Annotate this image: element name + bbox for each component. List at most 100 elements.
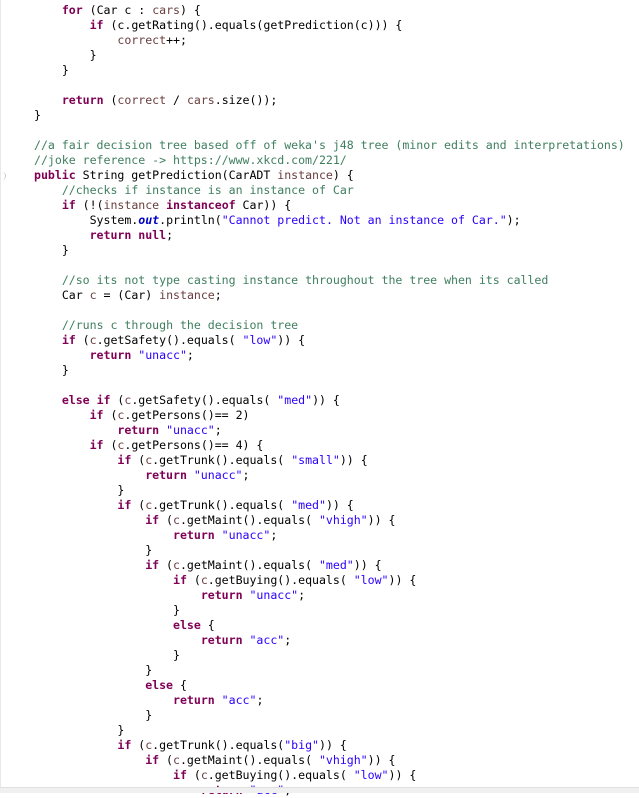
code-line[interactable]: correct++; bbox=[34, 33, 625, 48]
code-line[interactable]: return "acc"; bbox=[34, 633, 625, 648]
code-text: ( bbox=[159, 558, 174, 572]
code-line[interactable]: } bbox=[34, 48, 625, 63]
identifier: correct bbox=[117, 33, 167, 47]
code-text: ; bbox=[214, 423, 222, 437]
identifier: c bbox=[173, 513, 180, 527]
code-text: ( bbox=[103, 438, 118, 452]
code-line[interactable]: if (c.getMaint().equals( "vhigh")) { bbox=[34, 753, 625, 768]
code-line[interactable]: return "unacc"; bbox=[34, 468, 625, 483]
code-text: ( bbox=[103, 408, 118, 422]
code-line[interactable]: for (Car c : cars) { bbox=[34, 3, 625, 18]
code-text: ( bbox=[131, 453, 146, 467]
code-line[interactable]: } bbox=[34, 603, 625, 618]
code-line[interactable]: if (c.getBuying().equals( "low")) { bbox=[34, 573, 625, 588]
code-line[interactable]: if (c.getPersons()== 2) bbox=[34, 408, 625, 423]
code-text: )) { bbox=[388, 573, 417, 587]
code-line[interactable]: } bbox=[34, 723, 625, 738]
code-line[interactable]: } bbox=[34, 243, 625, 258]
fold-marker-icon[interactable] bbox=[1, 172, 6, 180]
code-line[interactable]: //joke reference -> https://www.xkcd.com… bbox=[34, 153, 625, 168]
code-text: .getBuying().equals( bbox=[207, 768, 354, 782]
code-text: )) { bbox=[367, 513, 396, 527]
code-line[interactable]: if (c.getPersons()== 4) { bbox=[34, 438, 625, 453]
code-line[interactable]: } bbox=[34, 483, 625, 498]
code-text: Car bbox=[61, 288, 90, 302]
string-literal: "big" bbox=[284, 738, 319, 752]
code-editor[interactable]: for (Car c : cars) { if (c.getRating().e… bbox=[0, 0, 639, 797]
code-text: String getPrediction(CarADT bbox=[75, 168, 278, 182]
code-line[interactable]: if (!(instance instanceof Car)) { bbox=[34, 198, 625, 213]
code-line[interactable]: return "unacc"; bbox=[34, 348, 625, 363]
code-line[interactable]: } bbox=[34, 543, 625, 558]
string-literal: "vhigh" bbox=[318, 513, 368, 527]
code-line[interactable]: //so its not type casting instance throu… bbox=[34, 273, 625, 288]
code-line[interactable] bbox=[34, 378, 625, 393]
code-line[interactable]: return "unacc"; bbox=[34, 423, 625, 438]
code-text: )) { bbox=[339, 453, 368, 467]
code-line[interactable]: return "unacc"; bbox=[34, 528, 625, 543]
code-line[interactable]: if (c.getMaint().equals( "vhigh")) { bbox=[34, 513, 625, 528]
code-line[interactable] bbox=[34, 303, 625, 318]
keyword: return bbox=[117, 423, 160, 437]
code-line[interactable]: //a fair decision tree based off of weka… bbox=[34, 138, 625, 153]
code-line[interactable]: if (c.getTrunk().equals( "med")) { bbox=[34, 498, 625, 513]
code-line[interactable] bbox=[34, 123, 625, 138]
code-line[interactable]: } bbox=[34, 663, 625, 678]
code-line[interactable]: return (correct / cars.size()); bbox=[34, 93, 625, 108]
code-line[interactable]: if (c.getMaint().equals( "med")) { bbox=[34, 558, 625, 573]
code-line[interactable]: if (c.getBuying().equals( "low")) { bbox=[34, 768, 625, 783]
horizontal-scrollbar[interactable] bbox=[0, 787, 639, 793]
code-line[interactable]: } bbox=[34, 363, 625, 378]
code-text: } bbox=[145, 663, 153, 677]
code-line[interactable]: //checks if instance is an instance of C… bbox=[34, 183, 625, 198]
code-line[interactable]: return null; bbox=[34, 228, 625, 243]
code-line[interactable]: System.out.println("Cannot predict. Not … bbox=[34, 213, 625, 228]
code-line[interactable]: public String getPrediction(CarADT insta… bbox=[34, 168, 625, 183]
code-text: (c.getRating().equals(getPrediction(c)))… bbox=[103, 18, 403, 32]
code-text: (!( bbox=[75, 198, 104, 212]
code-line[interactable]: } bbox=[34, 63, 625, 78]
code-line[interactable]: else { bbox=[34, 678, 625, 693]
code-line[interactable] bbox=[34, 258, 625, 273]
keyword: for bbox=[61, 3, 83, 17]
code-line[interactable]: else { bbox=[34, 618, 625, 633]
code-text: ( bbox=[103, 93, 118, 107]
keyword: if bbox=[117, 738, 132, 752]
code-line[interactable]: if (c.getTrunk().equals("big")) { bbox=[34, 738, 625, 753]
code-text: { bbox=[173, 678, 187, 692]
code-line[interactable]: } bbox=[34, 648, 625, 663]
code-line[interactable]: else if (c.getSafety().equals( "med")) { bbox=[34, 393, 625, 408]
keyword: return bbox=[200, 633, 243, 647]
keyword: else bbox=[173, 618, 201, 632]
string-literal: "med" bbox=[318, 558, 354, 572]
code-line[interactable]: //runs c through the decision tree bbox=[34, 318, 625, 333]
string-literal: "low" bbox=[353, 573, 389, 587]
identifier: cars bbox=[186, 93, 215, 107]
code-line[interactable]: if (c.getTrunk().equals( "small")) { bbox=[34, 453, 625, 468]
code-line[interactable]: Car c = (Car) instance; bbox=[34, 288, 625, 303]
code-line[interactable]: if (c.getRating().equals(getPrediction(c… bbox=[34, 18, 625, 33]
code-line[interactable]: } bbox=[34, 108, 625, 123]
code-line[interactable]: return "acc"; bbox=[34, 693, 625, 708]
code-line[interactable]: return "unacc"; bbox=[34, 588, 625, 603]
string-literal: "unacc" bbox=[221, 528, 271, 542]
code-line[interactable]: } bbox=[34, 708, 625, 723]
code-area[interactable]: for (Car c : cars) { if (c.getRating().e… bbox=[34, 3, 625, 798]
code-line[interactable]: if (c.getSafety().equals( "low")) { bbox=[34, 333, 625, 348]
code-line[interactable] bbox=[34, 78, 625, 93]
string-literal: "unacc" bbox=[166, 423, 215, 437]
code-text: } bbox=[61, 63, 69, 77]
keyword: if bbox=[89, 438, 104, 452]
